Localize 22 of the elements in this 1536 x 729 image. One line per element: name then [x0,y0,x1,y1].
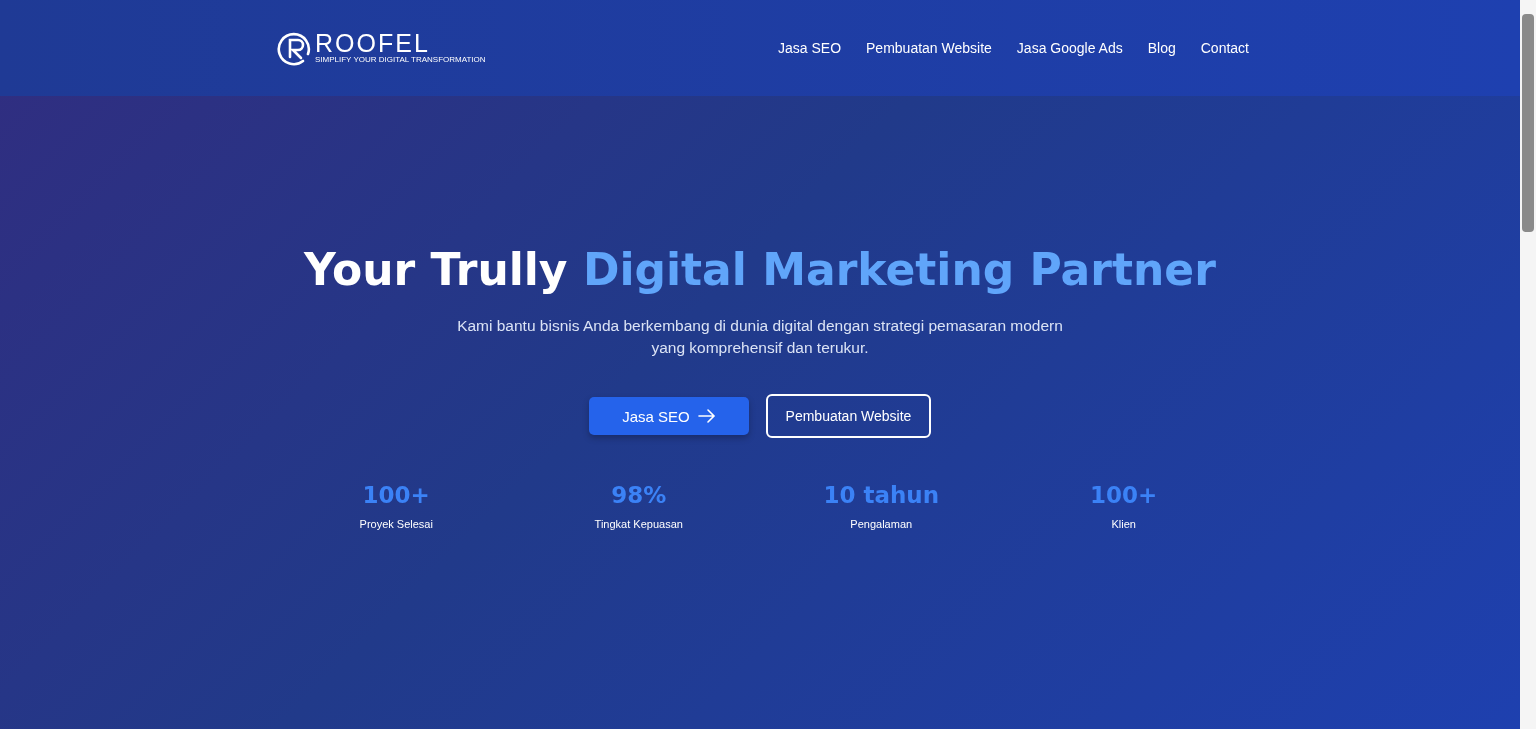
stat-value: 10 tahun [823,482,940,508]
nav-link[interactable]: Jasa Google Ads [1016,40,1123,56]
stat-value: 100+ [362,482,430,508]
stat-label: Pengalaman [850,518,913,530]
hero-title: Your Trully Digital Marketing Partner [304,244,1216,295]
hero-subtitle: Kami bantu bisnis Anda berkembang di dunia digital dengan strategi pemasaran modern yang komprehensif dan terukur. [456,316,1064,358]
scrollbar-thumb[interactable] [1522,14,1534,232]
nav-link[interactable]: Contact [1200,40,1249,56]
arrow-right-icon [697,409,716,423]
stat-value: 98% [611,482,667,508]
stat-label: Proyek Selesai [359,518,433,530]
stat-label: Tingkat Kepuasan [594,518,683,530]
outline-button[interactable]: Pembuatan Website [766,394,931,438]
nav-link[interactable]: Pembuatan Website [866,40,992,56]
nav-link[interactable]: Blog [1147,40,1176,56]
logo[interactable]: ROOFEL SIMPLIFY YOUR DIGITAL TRANSFORMATION [277,30,486,66]
nav-link[interactable]: Jasa SEO [778,40,842,56]
primary-button[interactable]: Jasa SEO [589,397,749,435]
stat-value: 100+ [1090,482,1158,508]
scrollbar[interactable] [1520,0,1536,729]
stat-label: Klien [1111,518,1136,530]
logo-icon [277,30,313,66]
